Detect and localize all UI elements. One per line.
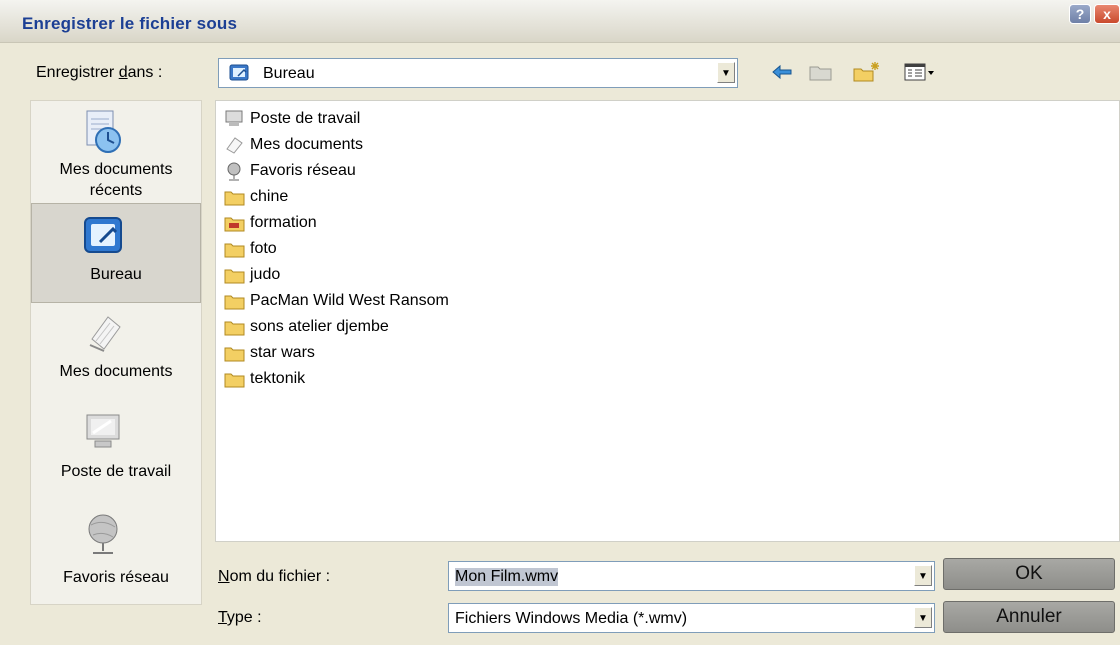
- my-documents-icon: [226, 137, 243, 154]
- file-name: tektonik: [250, 370, 306, 387]
- place-label: Mes documents: [59, 363, 173, 380]
- desktop-icon: [229, 64, 249, 81]
- list-item[interactable]: chine: [224, 184, 288, 210]
- up-folder-icon[interactable]: [808, 61, 834, 83]
- desktop-icon: [84, 217, 122, 253]
- my-computer-icon: [225, 110, 243, 126]
- filename-label: Nom du fichier :: [218, 568, 330, 586]
- place-label: Favoris réseau: [63, 569, 169, 586]
- filename-input[interactable]: Mon Film.wmv ▼: [448, 561, 935, 591]
- save-in-dropdown[interactable]: Bureau ▼: [218, 58, 738, 88]
- file-name: foto: [250, 240, 277, 257]
- chevron-down-icon[interactable]: ▼: [717, 62, 735, 83]
- folder-icon: [224, 243, 245, 258]
- chevron-down-icon[interactable]: ▼: [914, 565, 932, 586]
- filename-label-accesskey: N: [218, 568, 230, 585]
- filetype-value: Fichiers Windows Media (*.wmv): [455, 610, 688, 627]
- chevron-down-icon[interactable]: ▼: [914, 607, 932, 628]
- list-item[interactable]: foto: [224, 236, 277, 262]
- list-item[interactable]: star wars: [224, 340, 315, 366]
- filetype-label-accesskey: T: [218, 609, 227, 626]
- place-my-documents[interactable]: Mes documents: [31, 309, 201, 399]
- save-in-label-part1: Enregistrer: [36, 64, 119, 81]
- list-item[interactable]: tektonik: [224, 366, 305, 392]
- save-in-value: Bureau: [263, 65, 315, 82]
- file-name: star wars: [250, 344, 315, 361]
- filetype-label: Type :: [218, 609, 262, 627]
- folder-icon: [224, 347, 245, 362]
- network-places-icon: [227, 162, 241, 181]
- cancel-button[interactable]: Annuler: [943, 601, 1115, 633]
- folder-icon: [224, 191, 245, 206]
- recent-docs-icon: [86, 110, 121, 153]
- place-my-computer[interactable]: Poste de travail: [31, 401, 201, 501]
- folder-open-icon: [224, 217, 245, 232]
- view-menu-icon[interactable]: [903, 61, 935, 83]
- network-places-icon: [88, 514, 118, 554]
- my-computer-icon: [86, 414, 120, 448]
- window-title: Enregistrer le fichier sous: [22, 14, 238, 33]
- list-item[interactable]: PacMan Wild West Ransom: [224, 288, 449, 314]
- file-list[interactable]: Poste de travail Mes documents Favoris r…: [215, 100, 1120, 542]
- my-documents-icon: [89, 316, 121, 352]
- close-button[interactable]: x: [1094, 4, 1120, 24]
- place-recent-documents[interactable]: Mes documents récents: [31, 101, 201, 203]
- list-item[interactable]: Poste de travail: [224, 106, 360, 132]
- ok-button[interactable]: OK: [943, 558, 1115, 590]
- file-name: judo: [250, 266, 281, 283]
- place-label: Poste de travail: [60, 463, 172, 480]
- file-name: Mes documents: [250, 136, 363, 153]
- place-label-line2: récents: [89, 182, 143, 199]
- file-name: Favoris réseau: [250, 162, 356, 179]
- folder-icon: [224, 269, 245, 284]
- place-desktop[interactable]: Bureau: [31, 203, 201, 303]
- places-bar: Mes documents récents Bureau Mes documen…: [30, 100, 202, 605]
- place-network[interactable]: Favoris réseau: [31, 501, 201, 601]
- folder-icon: [224, 295, 245, 310]
- help-button[interactable]: ?: [1069, 4, 1091, 24]
- folder-icon: [224, 321, 245, 336]
- list-item[interactable]: judo: [224, 262, 280, 288]
- file-name: chine: [250, 188, 289, 205]
- file-name: Poste de travail: [250, 110, 361, 127]
- list-item[interactable]: formation: [224, 210, 317, 236]
- list-item[interactable]: Favoris réseau: [224, 158, 356, 184]
- save-in-label-accesskey: d: [118, 64, 128, 81]
- filetype-label-rest: ype :: [226, 609, 262, 626]
- filename-label-rest: om du fichier :: [229, 568, 331, 585]
- filename-value: Mon Film.wmv: [455, 568, 559, 586]
- new-folder-icon[interactable]: [852, 61, 882, 83]
- file-name: sons atelier djembe: [250, 318, 389, 335]
- list-item[interactable]: Mes documents: [224, 132, 363, 158]
- file-name: formation: [250, 214, 317, 231]
- place-label: Mes documents: [59, 161, 173, 178]
- place-label: Bureau: [90, 266, 142, 283]
- file-name: PacMan Wild West Ransom: [250, 292, 449, 309]
- save-in-label-part2: ans :: [127, 64, 163, 81]
- save-in-label: Enregistrer dans :: [36, 64, 162, 82]
- title-bar: Enregistrer le fichier sous ? x: [0, 0, 1120, 43]
- list-item[interactable]: sons atelier djembe: [224, 314, 389, 340]
- back-arrow-icon[interactable]: [770, 61, 794, 83]
- folder-icon: [224, 373, 245, 388]
- filetype-dropdown[interactable]: Fichiers Windows Media (*.wmv) ▼: [448, 603, 935, 633]
